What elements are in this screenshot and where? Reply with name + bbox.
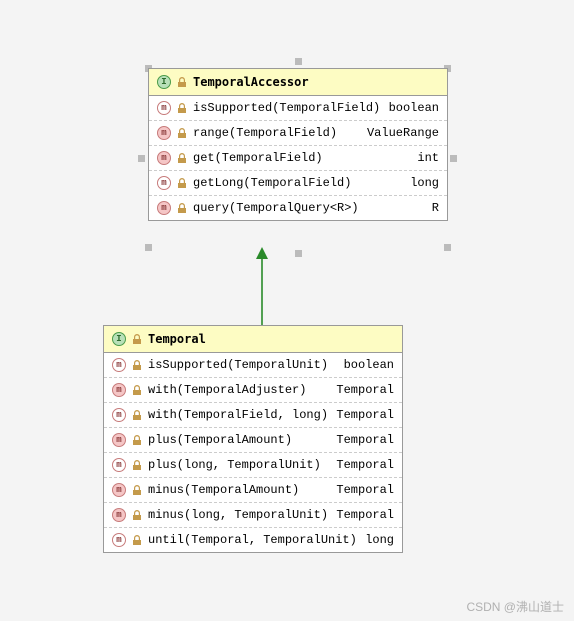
lock-icon [132, 460, 142, 470]
method-return: int [417, 151, 439, 165]
method-return: Temporal [336, 458, 394, 472]
method-signature: plus(long, TemporalUnit) [148, 458, 330, 472]
method-icon: m [112, 383, 126, 397]
lock-icon [132, 360, 142, 370]
class-name: TemporalAccessor [193, 75, 309, 89]
method-icon: m [112, 408, 126, 422]
selection-handle[interactable] [450, 155, 457, 162]
selection-handle[interactable] [295, 250, 302, 257]
method-return: long [365, 533, 394, 547]
member-row[interactable]: m until(Temporal, TemporalUnit) long [104, 528, 402, 552]
lock-icon [132, 485, 142, 495]
lock-icon [177, 178, 187, 188]
method-return: Temporal [336, 508, 394, 522]
member-row[interactable]: m isSupported(TemporalField) boolean [149, 96, 447, 121]
member-row[interactable]: m get(TemporalField) int [149, 146, 447, 171]
member-row[interactable]: m with(TemporalAdjuster) Temporal [104, 378, 402, 403]
method-return: boolean [389, 101, 439, 115]
class-header[interactable]: I Temporal [104, 326, 402, 353]
lock-icon [132, 510, 142, 520]
selection-handle[interactable] [145, 244, 152, 251]
lock-icon [177, 203, 187, 213]
selection-handle[interactable] [444, 244, 451, 251]
method-icon: m [157, 201, 171, 215]
method-signature: plus(TemporalAmount) [148, 433, 330, 447]
method-return: Temporal [336, 433, 394, 447]
lock-icon [177, 103, 187, 113]
selection-handle[interactable] [138, 155, 145, 162]
member-row[interactable]: m query(TemporalQuery<R>) R [149, 196, 447, 220]
member-list: m isSupported(TemporalField) boolean m r… [149, 96, 447, 220]
method-icon: m [112, 508, 126, 522]
method-signature: get(TemporalField) [193, 151, 411, 165]
method-signature: query(TemporalQuery<R>) [193, 201, 426, 215]
member-row[interactable]: m getLong(TemporalField) long [149, 171, 447, 196]
method-signature: minus(TemporalAmount) [148, 483, 330, 497]
method-signature: with(TemporalField, long) [148, 408, 330, 422]
method-signature: isSupported(TemporalUnit) [148, 358, 338, 372]
lock-icon [177, 153, 187, 163]
method-signature: until(Temporal, TemporalUnit) [148, 533, 359, 547]
member-row[interactable]: m minus(TemporalAmount) Temporal [104, 478, 402, 503]
member-list: m isSupported(TemporalUnit) boolean m wi… [104, 353, 402, 552]
lock-icon [177, 77, 187, 87]
method-signature: range(TemporalField) [193, 126, 361, 140]
lock-icon [132, 334, 142, 344]
method-icon: m [112, 433, 126, 447]
method-signature: isSupported(TemporalField) [193, 101, 383, 115]
method-return: Temporal [336, 383, 394, 397]
lock-icon [177, 128, 187, 138]
class-box-temporal[interactable]: I Temporal m isSupported(TemporalUnit) b… [103, 325, 403, 553]
watermark: CSDN @沸山道士 [466, 598, 564, 615]
method-return: boolean [344, 358, 394, 372]
method-icon: m [157, 101, 171, 115]
method-return: Temporal [336, 408, 394, 422]
method-return: R [432, 201, 439, 215]
method-icon: m [112, 483, 126, 497]
method-icon: m [112, 358, 126, 372]
inheritance-arrow-icon [252, 247, 272, 327]
member-row[interactable]: m isSupported(TemporalUnit) boolean [104, 353, 402, 378]
method-icon: m [112, 533, 126, 547]
class-header[interactable]: I TemporalAccessor [149, 69, 447, 96]
method-signature: minus(long, TemporalUnit) [148, 508, 330, 522]
method-icon: m [112, 458, 126, 472]
member-row[interactable]: m with(TemporalField, long) Temporal [104, 403, 402, 428]
lock-icon [132, 410, 142, 420]
lock-icon [132, 435, 142, 445]
lock-icon [132, 385, 142, 395]
method-signature: with(TemporalAdjuster) [148, 383, 330, 397]
member-row[interactable]: m range(TemporalField) ValueRange [149, 121, 447, 146]
lock-icon [132, 535, 142, 545]
method-return: ValueRange [367, 126, 439, 140]
method-return: Temporal [336, 483, 394, 497]
interface-icon: I [112, 332, 126, 346]
member-row[interactable]: m minus(long, TemporalUnit) Temporal [104, 503, 402, 528]
class-box-temporal-accessor[interactable]: I TemporalAccessor m isSupported(Tempora… [148, 68, 448, 221]
member-row[interactable]: m plus(long, TemporalUnit) Temporal [104, 453, 402, 478]
method-icon: m [157, 151, 171, 165]
method-icon: m [157, 126, 171, 140]
method-return: long [410, 176, 439, 190]
method-signature: getLong(TemporalField) [193, 176, 404, 190]
interface-icon: I [157, 75, 171, 89]
method-icon: m [157, 176, 171, 190]
class-name: Temporal [148, 332, 206, 346]
member-row[interactable]: m plus(TemporalAmount) Temporal [104, 428, 402, 453]
selection-handle[interactable] [295, 58, 302, 65]
